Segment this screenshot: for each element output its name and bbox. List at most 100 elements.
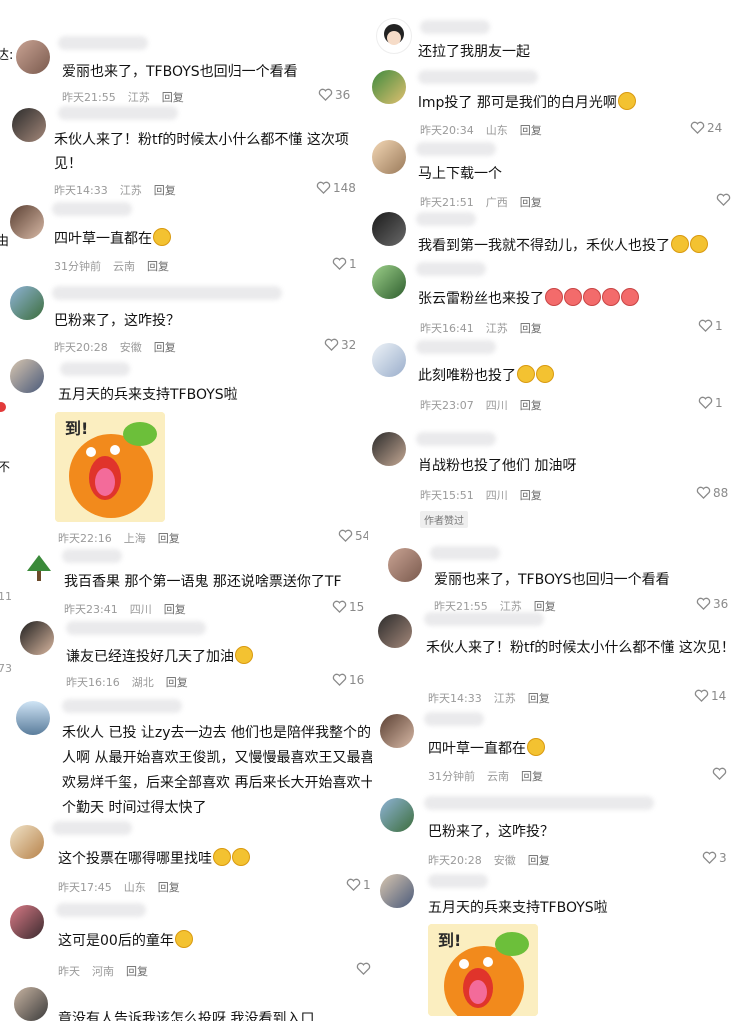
like-button[interactable]: 36 — [318, 88, 350, 102]
like-button[interactable]: 54 — [338, 529, 368, 543]
reply-button[interactable]: 回复 — [158, 532, 180, 545]
like-button[interactable]: 148 — [316, 181, 356, 195]
like-button[interactable]: 24 — [690, 121, 722, 135]
user-avatar[interactable] — [372, 265, 406, 299]
screenshot-bottom-right: 爱丽也来了，TFBOYS也回归一个看看 昨天21:55 江苏 回复 36 禾伙人来了… — [372, 540, 732, 1021]
like-button[interactable]: 14 — [694, 689, 726, 703]
reply-button[interactable]: 回复 — [521, 770, 543, 783]
blurred-username — [428, 874, 488, 888]
reply-button[interactable]: 回复 — [154, 341, 176, 354]
like-button[interactable] — [356, 962, 372, 976]
comment-text: 禾伙人 已投 让zy去一边去 他们也是陪伴我整个的人啊 从最开始喜欢王俊凯，又慢… — [62, 725, 372, 816]
heart-icon — [698, 396, 713, 409]
reply-button[interactable]: 回复 — [520, 196, 542, 209]
user-avatar[interactable] — [10, 359, 44, 393]
user-avatar[interactable] — [10, 205, 44, 239]
like-count: 14 — [711, 689, 727, 703]
screenshot-top-right: 还拉了我朋友一起 lmp投了 那可是我们的白月光啊 昨天20:34 山东 回复 24… — [368, 0, 732, 540]
like-button[interactable]: 15 — [332, 600, 364, 614]
blurred-username — [52, 286, 282, 300]
orange-sticker-image[interactable]: 到! — [428, 924, 538, 1016]
blurred-username — [416, 340, 496, 354]
crying-emoji-icon — [213, 848, 231, 866]
like-button[interactable]: 88 — [696, 486, 728, 500]
comment-text: 肖战粉也投了他们 加油呀 — [418, 458, 577, 474]
comment-meta: 昨天20:28 安徽 回复 — [54, 341, 176, 354]
user-avatar[interactable] — [10, 905, 44, 939]
user-avatar[interactable] — [12, 108, 46, 142]
like-button[interactable]: 3 — [702, 851, 727, 865]
user-avatar[interactable] — [372, 432, 406, 466]
like-button[interactable]: 32 — [324, 338, 356, 352]
user-avatar[interactable] — [372, 212, 406, 246]
orange-sticker-icon: 到! — [55, 412, 165, 522]
heart-icon — [712, 767, 727, 780]
cropped-text: 由 — [0, 234, 10, 249]
like-button[interactable]: 36 — [696, 597, 728, 611]
blurred-username — [424, 712, 484, 726]
comment-text: 张云雷粉丝也来投了 — [418, 287, 639, 311]
reply-button[interactable]: 回复 — [528, 692, 550, 705]
user-avatar[interactable] — [388, 548, 422, 582]
sticker-text: 到! — [65, 419, 88, 438]
heart-icon — [332, 673, 347, 686]
like-count: 16 — [349, 673, 365, 687]
reply-button[interactable]: 回复 — [147, 260, 169, 273]
user-avatar[interactable] — [380, 714, 414, 748]
user-avatar[interactable] — [372, 343, 406, 377]
blurred-username — [424, 612, 544, 626]
user-avatar[interactable] — [16, 40, 50, 74]
like-button[interactable]: 1 — [332, 257, 357, 271]
comment-meta: 昨天23:41 四川 回复 — [64, 603, 186, 616]
like-button[interactable]: 16 — [332, 673, 364, 687]
comment-meta: 昨天14:33 江苏 回复 — [428, 692, 550, 705]
user-avatar[interactable] — [14, 987, 48, 1021]
user-avatar[interactable] — [10, 825, 44, 859]
like-button[interactable]: 1 — [698, 319, 723, 333]
blurred-username — [420, 20, 490, 34]
user-avatar[interactable] — [10, 286, 44, 320]
like-button[interactable] — [712, 767, 729, 781]
blurred-username — [52, 202, 132, 216]
reply-button[interactable]: 回复 — [520, 124, 542, 137]
comment-text: 爱丽也来了，TFBOYS也回归一个看看 — [434, 572, 670, 588]
reply-button[interactable]: 回复 — [520, 399, 542, 412]
reply-button[interactable]: 回复 — [162, 91, 184, 104]
reply-button[interactable]: 回复 — [520, 489, 542, 502]
like-button[interactable]: 1 — [346, 878, 371, 892]
like-count: 36 — [713, 597, 729, 611]
user-avatar[interactable] — [376, 18, 412, 54]
orange-sticker-image[interactable]: 到! — [55, 412, 165, 522]
heart-icon — [318, 88, 333, 101]
user-avatar[interactable] — [380, 874, 414, 908]
like-count: 1 — [349, 257, 357, 271]
user-avatar[interactable] — [372, 70, 406, 104]
reply-button[interactable]: 回复 — [154, 184, 176, 197]
user-avatar[interactable] — [372, 140, 406, 174]
reply-button[interactable]: 回复 — [528, 854, 550, 867]
comment-text: 竟没有人告诉我该怎么投呀 我没看到入口 — [58, 1011, 315, 1021]
blurred-username — [416, 262, 486, 276]
heart-icon — [716, 193, 731, 206]
reply-button[interactable]: 回复 — [126, 965, 148, 978]
like-count: 88 — [713, 486, 729, 500]
heart-icon — [702, 851, 717, 864]
user-avatar[interactable] — [378, 614, 412, 648]
like-button[interactable]: 1 — [698, 396, 723, 410]
user-avatar[interactable] — [380, 798, 414, 832]
user-avatar[interactable] — [22, 551, 56, 585]
screenshot-collage: { "collage": { "left_top": [ {"text":"爱丽… — [0, 0, 732, 1021]
reply-button[interactable]: 回复 — [166, 676, 188, 689]
like-button[interactable] — [716, 193, 732, 207]
reply-button[interactable]: 回复 — [520, 322, 542, 335]
emoji-icon — [174, 930, 193, 948]
user-avatar[interactable] — [16, 701, 50, 735]
user-avatar[interactable] — [20, 621, 54, 655]
emoji-icon — [690, 235, 708, 253]
blurred-username — [418, 70, 538, 84]
reply-button[interactable]: 回复 — [158, 881, 180, 894]
heart-icon — [690, 121, 705, 134]
comment-text: 谦友已经连投好几天了加油 — [66, 645, 253, 669]
comment-meta: 昨天15:51 四川 回复 — [420, 489, 542, 502]
reply-button[interactable]: 回复 — [164, 603, 186, 616]
